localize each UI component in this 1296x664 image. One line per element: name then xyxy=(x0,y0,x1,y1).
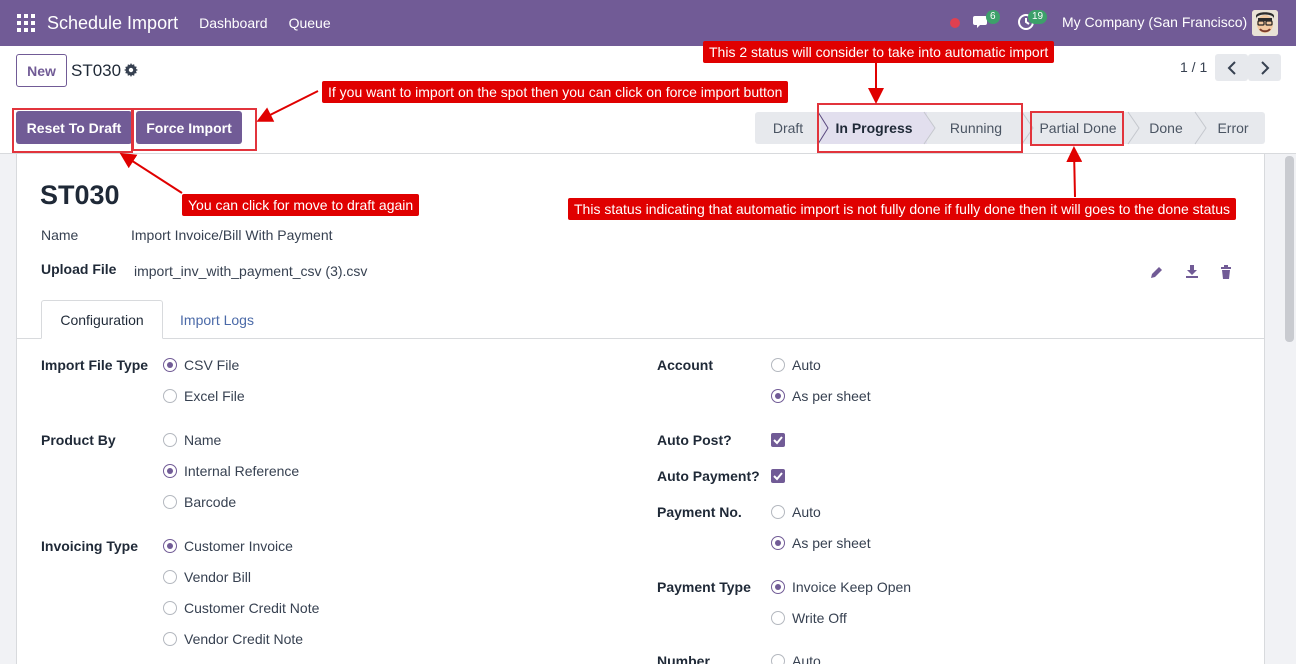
stage-draft[interactable]: Draft xyxy=(755,112,821,144)
auto-post-label: Auto Post? xyxy=(657,432,732,448)
breadcrumb: ST030 xyxy=(71,61,122,80)
pager-next-button[interactable] xyxy=(1248,54,1281,81)
download-icon[interactable] xyxy=(1185,264,1199,278)
radio-vendor-bill[interactable] xyxy=(163,570,177,584)
product-by-label: Product By xyxy=(41,432,116,448)
chevron-left-icon xyxy=(1227,60,1236,75)
radio-label: Auto xyxy=(792,653,821,664)
radio-label: As per sheet xyxy=(792,388,871,404)
annotation-box-reset xyxy=(12,108,133,153)
radio-invoice-keep-open[interactable] xyxy=(771,580,785,594)
edit-pencil-icon[interactable] xyxy=(1150,265,1164,279)
radio-label: Internal Reference xyxy=(184,463,300,479)
radio-label: Barcode xyxy=(184,494,237,510)
account-label: Account xyxy=(657,357,713,373)
nav-link-dashboard[interactable]: Dashboard xyxy=(199,15,268,31)
tab-import-logs[interactable]: Import Logs xyxy=(163,300,271,339)
stage-label: Draft xyxy=(772,120,804,136)
gear-icon[interactable] xyxy=(124,63,138,77)
radio-account-auto[interactable] xyxy=(771,358,785,372)
user-avatar[interactable] xyxy=(1252,10,1278,36)
annotation-force-import: If you want to import on the spot then y… xyxy=(322,81,789,103)
radio-label: Customer Credit Note xyxy=(184,600,320,616)
auto-payment-label: Auto Payment? xyxy=(657,468,760,484)
auto-post-checkbox[interactable] xyxy=(771,433,785,447)
stage-done[interactable]: Done xyxy=(1131,112,1201,144)
chevron-right-icon xyxy=(1260,60,1269,75)
radio-name[interactable] xyxy=(163,433,177,447)
radio-payment-no-as-per-sheet[interactable] xyxy=(771,536,785,550)
stage-error[interactable]: Error xyxy=(1201,112,1265,144)
company-switcher[interactable]: My Company (San Francisco) xyxy=(1062,14,1247,30)
stage-label: Done xyxy=(1149,120,1183,136)
messages-count-badge: 6 xyxy=(986,10,1000,24)
annotation-box-partial-done xyxy=(1030,111,1124,146)
check-icon xyxy=(773,436,783,445)
pager-previous-button[interactable] xyxy=(1215,54,1248,81)
tab-label: Import Logs xyxy=(180,311,254,328)
name-field[interactable]: Import Invoice/Bill With Payment xyxy=(131,227,333,243)
payment-no-label: Payment No. xyxy=(657,504,742,520)
new-button[interactable]: New xyxy=(16,54,67,87)
radio-label: Excel File xyxy=(184,388,245,404)
radio-number-auto[interactable] xyxy=(771,654,785,664)
record-title[interactable]: ST030 xyxy=(40,180,120,211)
radio-vendor-credit-note[interactable] xyxy=(163,632,177,646)
invoicing-type-label: Invoicing Type xyxy=(41,538,138,554)
check-icon xyxy=(773,472,783,481)
annotation-box-force-import xyxy=(132,108,257,151)
radio-barcode[interactable] xyxy=(163,495,177,509)
tab-label: Configuration xyxy=(60,311,144,328)
radio-write-off[interactable] xyxy=(771,611,785,625)
app-title[interactable]: Schedule Import xyxy=(47,13,178,34)
number-label: Number xyxy=(657,653,710,664)
recording-dot-icon[interactable] xyxy=(950,18,960,28)
radio-csv-file[interactable] xyxy=(163,358,177,372)
tab-configuration[interactable]: Configuration xyxy=(41,300,163,339)
apps-menu-icon[interactable] xyxy=(17,14,35,32)
radio-label: As per sheet xyxy=(792,535,871,551)
upload-file-label: Upload File xyxy=(41,261,117,277)
radio-label: CSV File xyxy=(184,357,240,373)
radio-label: Write Off xyxy=(792,610,847,626)
radio-label: Customer Invoice xyxy=(184,538,293,554)
upload-file-name[interactable]: import_inv_with_payment_csv (3).csv xyxy=(134,263,367,279)
annotation-partial-done: This status indicating that automatic im… xyxy=(568,198,1237,220)
radio-label: Name xyxy=(184,432,222,448)
pager-value[interactable]: 1 / 1 xyxy=(1180,59,1207,75)
radio-label: Auto xyxy=(792,504,821,520)
annotation-box-status-pair xyxy=(817,103,1023,153)
nav-link-queue[interactable]: Queue xyxy=(289,15,331,31)
radio-customer-invoice[interactable] xyxy=(163,539,177,553)
radio-account-as-per-sheet[interactable] xyxy=(771,389,785,403)
radio-excel-file[interactable] xyxy=(163,389,177,403)
name-label: Name xyxy=(41,227,79,243)
activities-count-badge: 19 xyxy=(1028,10,1048,24)
radio-label: Auto xyxy=(792,357,821,373)
scrollbar-thumb[interactable] xyxy=(1285,156,1294,342)
radio-customer-credit-note[interactable] xyxy=(163,601,177,615)
import-file-type-label: Import File Type xyxy=(41,357,149,373)
radio-label: Invoice Keep Open xyxy=(792,579,912,595)
trash-icon[interactable] xyxy=(1219,265,1233,279)
radio-payment-no-auto[interactable] xyxy=(771,505,785,519)
payment-type-label: Payment Type xyxy=(657,579,751,595)
annotation-move-draft: You can click for move to draft again xyxy=(182,194,420,216)
radio-label: Vendor Credit Note xyxy=(184,631,304,647)
radio-label: Vendor Bill xyxy=(184,569,251,585)
auto-payment-checkbox[interactable] xyxy=(771,469,785,483)
radio-internal-reference[interactable] xyxy=(163,464,177,478)
stage-label: Error xyxy=(1217,120,1249,136)
annotation-status-consider: This 2 status will consider to take into… xyxy=(703,41,1055,63)
